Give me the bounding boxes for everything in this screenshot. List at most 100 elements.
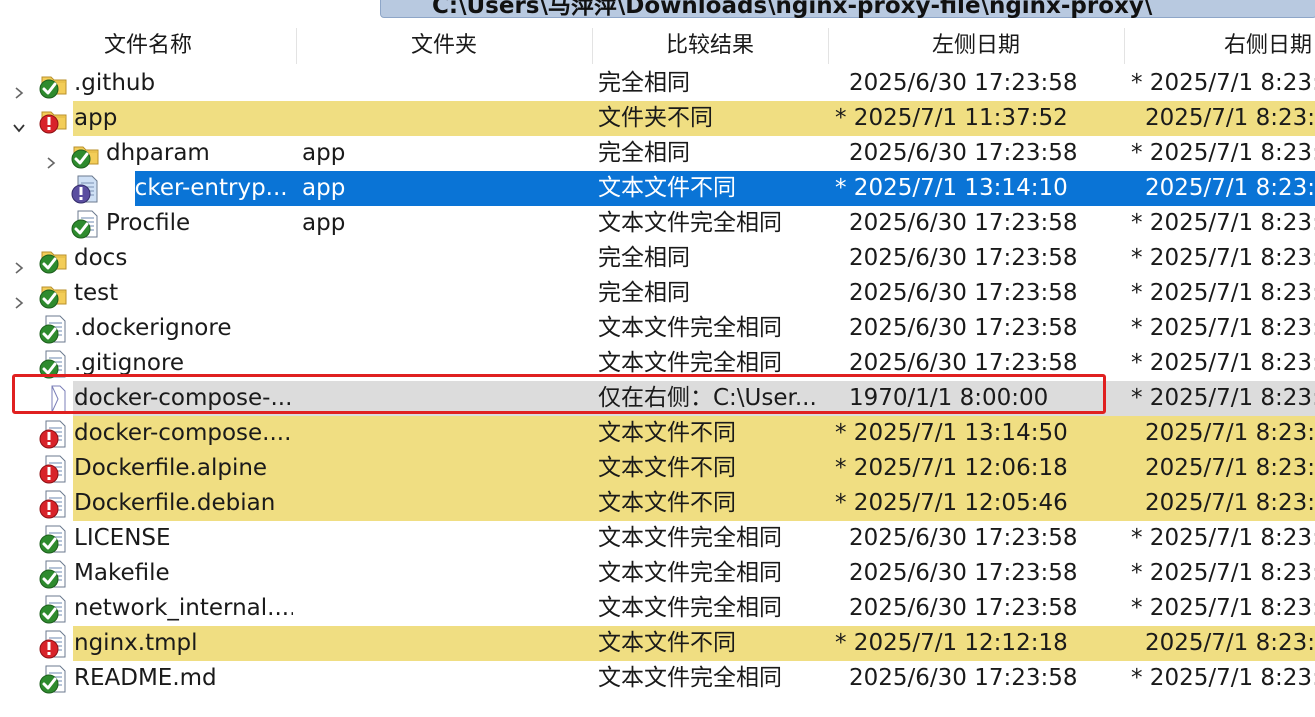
left-date: 2025/6/30 17:23:58 — [849, 665, 1078, 691]
column-result-header[interactable]: 比较结果 — [592, 26, 828, 66]
left-date: 2025/6/30 17:23:58 — [849, 210, 1078, 236]
column-header: 文件名称 文件夹 比较结果 左侧日期 右侧日期 — [0, 26, 1315, 66]
compare-result: 文本文件完全相同 — [598, 210, 782, 236]
right-date: * 2025/7/1 8:23: — [1131, 140, 1315, 166]
right-date: * 2025/7/1 8:23: — [1131, 665, 1315, 691]
file-diff-icon — [70, 174, 100, 204]
list-item[interactable]: Dockerfile.alpine 文本文件不同 * 2025/7/1 12:06:… — [0, 451, 1315, 486]
compare-result: 文本文件完全相同 — [598, 665, 782, 691]
compare-result: 文件夹不同 — [598, 105, 713, 131]
left-date: * 2025/7/1 11:37:52 — [835, 105, 1068, 131]
compare-result: 文本文件完全相同 — [598, 595, 782, 621]
column-left-date-header[interactable]: 左侧日期 — [828, 26, 1124, 66]
list-item[interactable]: dhparam app 完全相同 2025/6/30 17:23:58 * 2025/7… — [0, 136, 1315, 171]
folder-name — [302, 66, 588, 101]
file-check-icon — [38, 664, 68, 694]
right-date: 2025/7/1 8:23:5 — [1145, 490, 1315, 516]
compare-result: 文本文件不同 — [598, 455, 736, 481]
compare-result: 完全相同 — [598, 140, 690, 166]
file-name: network_internal.... — [74, 595, 293, 621]
file-name: docs — [74, 245, 128, 271]
list-item[interactable]: .dockerignore 文本文件完全相同 2025/6/30 17:23:58 *… — [0, 311, 1315, 346]
right-date: 2025/7/1 8:23:5 — [1145, 630, 1315, 656]
file-name: Procfile — [106, 210, 191, 236]
chevron-right-icon[interactable] — [41, 136, 61, 171]
right-date: * 2025/7/1 8:23: — [1131, 350, 1315, 376]
folder-name — [302, 661, 588, 696]
list-item[interactable]: docker-entryp... app 文本文件不同 * 2025/7/1 13:1… — [0, 171, 1315, 206]
file-diff-icon — [38, 489, 68, 519]
right-date: * 2025/7/1 8:23: — [1131, 385, 1315, 411]
left-date: 2025/6/30 17:23:58 — [849, 70, 1078, 96]
left-date: * 2025/7/1 12:06:18 — [835, 455, 1068, 481]
file-check-icon — [38, 559, 68, 589]
list-item[interactable]: docs 完全相同 2025/6/30 17:23:58 * 2025/7/1 8:2… — [0, 241, 1315, 276]
left-date: * 2025/7/1 13:14:50 — [835, 420, 1068, 446]
file-diff-icon — [38, 454, 68, 484]
folder-check-icon — [70, 139, 100, 169]
left-date: 2025/6/30 17:23:58 — [849, 280, 1078, 306]
file-name: Dockerfile.alpine — [74, 455, 268, 481]
file-name: app — [74, 105, 118, 131]
compare-result: 文本文件不同 — [598, 630, 736, 656]
folder-check-icon — [38, 279, 68, 309]
file-diff-icon — [38, 419, 68, 449]
folder-name — [302, 521, 588, 556]
left-date: 2025/6/30 17:23:58 — [849, 245, 1078, 271]
right-date: 2025/7/1 8:23:5 — [1145, 105, 1315, 131]
annotation-highlight-box — [12, 374, 1106, 414]
list-item[interactable]: Dockerfile.debian 文本文件不同 * 2025/7/1 12:05:… — [0, 486, 1315, 521]
right-date: * 2025/7/1 8:23: — [1131, 560, 1315, 586]
chevron-right-icon[interactable] — [9, 66, 29, 101]
list-item[interactable]: nginx.tmpl 文本文件不同 * 2025/7/1 12:12:18 2025/… — [0, 626, 1315, 661]
folder-name — [302, 591, 588, 626]
right-date: * 2025/7/1 8:23: — [1131, 525, 1315, 551]
compare-result: 完全相同 — [598, 70, 690, 96]
list-item[interactable]: app 文件夹不同 * 2025/7/1 11:37:52 2025/7/1 8:23… — [0, 101, 1315, 136]
list-item[interactable]: Makefile 文本文件完全相同 2025/6/30 17:23:58 * 2025… — [0, 556, 1315, 591]
chevron-right-icon[interactable] — [9, 276, 29, 311]
list-item[interactable]: network_internal.... 文本文件完全相同 2025/6/30 17… — [0, 591, 1315, 626]
column-folder-header[interactable]: 文件夹 — [296, 26, 592, 66]
right-date: * 2025/7/1 8:23: — [1131, 70, 1315, 96]
left-date: * 2025/7/1 12:12:18 — [835, 630, 1068, 656]
folder-name: app — [302, 140, 346, 166]
title-bar: C:\Users\马萍萍\Downloads\nginx-proxy-file\… — [0, 0, 1315, 22]
list-item[interactable]: Procfile app 文本文件完全相同 2025/6/30 17:23:58 * 2… — [0, 206, 1315, 241]
list-item[interactable]: README.md 文本文件完全相同 2025/6/30 17:23:58 * 202… — [0, 661, 1315, 696]
right-date: * 2025/7/1 8:23: — [1131, 210, 1315, 236]
left-date: 2025/6/30 17:23:58 — [849, 315, 1078, 341]
file-name: .github — [74, 70, 156, 96]
right-date: 2025/7/1 8:23:5 — [1145, 455, 1315, 481]
left-date: 2025/6/30 17:23:58 — [849, 595, 1078, 621]
list-item[interactable]: .github 完全相同 2025/6/30 17:23:58 * 2025/7/1 … — [0, 66, 1315, 101]
chevron-right-icon[interactable] — [9, 241, 29, 276]
left-date: 2025/6/30 17:23:58 — [849, 140, 1078, 166]
column-name-header[interactable]: 文件名称 — [0, 26, 296, 66]
file-check-icon — [70, 209, 100, 239]
file-name: .dockerignore — [74, 315, 232, 341]
file-name: nginx.tmpl — [74, 630, 198, 656]
compare-result: 文本文件不同 — [598, 175, 736, 201]
folder-name — [302, 626, 588, 661]
path-title: C:\Users\马萍萍\Downloads\nginx-proxy-file\… — [432, 0, 1153, 19]
folder-diff-icon — [38, 104, 68, 134]
compare-result: 文本文件不同 — [598, 490, 736, 516]
list-item[interactable]: docker-compose.... 文本文件不同 * 2025/7/1 13:14… — [0, 416, 1315, 451]
folder-name: app — [302, 210, 346, 236]
compare-result: 文本文件完全相同 — [598, 315, 782, 341]
list-item[interactable]: LICENSE 文本文件完全相同 2025/6/30 17:23:58 * 2025/… — [0, 521, 1315, 556]
file-name: LICENSE — [74, 525, 171, 551]
file-name: docker-entryp... — [106, 175, 288, 201]
right-date: * 2025/7/1 8:23: — [1131, 595, 1315, 621]
left-date: * 2025/7/1 13:14:10 — [835, 175, 1068, 201]
compare-result: 文本文件不同 — [598, 420, 736, 446]
file-check-icon — [38, 314, 68, 344]
list-item[interactable]: test 完全相同 2025/6/30 17:23:58 * 2025/7/1 8:2… — [0, 276, 1315, 311]
folder-name — [302, 486, 588, 521]
column-right-date-header[interactable]: 右侧日期 — [1124, 26, 1315, 66]
file-check-icon — [38, 524, 68, 554]
file-diff-icon — [38, 629, 68, 659]
chevron-down-icon[interactable] — [9, 101, 29, 136]
folder-name — [302, 451, 588, 486]
